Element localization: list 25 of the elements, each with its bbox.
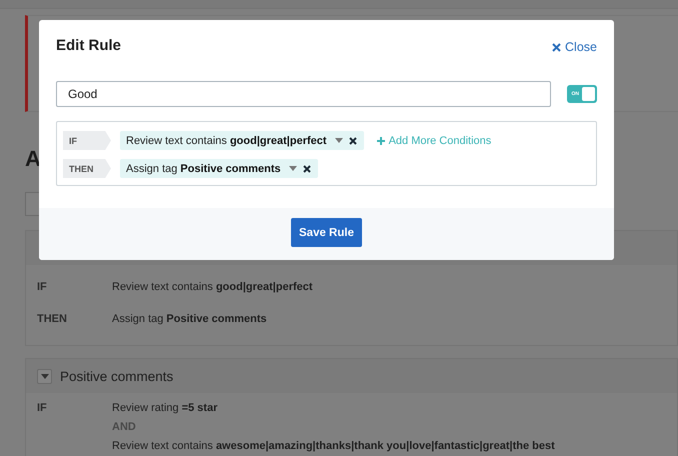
close-button[interactable]: Close [552, 40, 597, 54]
plus-icon [376, 136, 385, 144]
condition-chip[interactable]: Assign tag Positive comments [120, 159, 318, 178]
rule-text: Review rating =5 star [112, 402, 218, 415]
clause-tag: IF [63, 131, 111, 150]
rule-title: Positive comments [60, 368, 174, 384]
clause-tag: THEN [63, 159, 111, 178]
rule-keyword: THEN [37, 313, 67, 325]
rule-text: Review text contains awesome|amazing|thanks|thank you|love|fantastic|great|the best [112, 440, 555, 453]
rule-text: Review text contains good|great|perfect [112, 281, 313, 295]
page-heading: A [25, 145, 42, 173]
rule-keyword: IF [37, 281, 47, 293]
caret-icon [334, 138, 343, 143]
remove-icon[interactable] [302, 164, 311, 172]
condition-chip[interactable]: Review text contains good|great|perfect [120, 131, 364, 150]
rule-name-field[interactable]: Good [56, 81, 551, 107]
rule-keyword: IF [37, 402, 47, 414]
save-button[interactable]: Save Rule [291, 218, 362, 247]
rule-text: Assign tag Positive comments [112, 313, 267, 327]
dialog-title: Edit Rule [56, 37, 122, 54]
caret-icon [288, 166, 297, 171]
close-icon [552, 42, 562, 52]
remove-icon[interactable] [348, 136, 357, 144]
collapse-button[interactable] [37, 368, 52, 384]
caret-icon [40, 374, 48, 378]
